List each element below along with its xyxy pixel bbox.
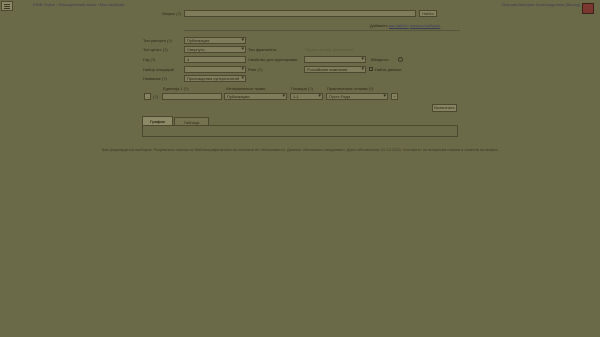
search-input[interactable] bbox=[184, 10, 416, 17]
add-label: Добавить bbox=[370, 23, 388, 28]
select-operations[interactable] bbox=[184, 66, 246, 73]
field-label-title: Название (?) bbox=[143, 76, 167, 81]
user-name[interactable]: Петрова Валерия Александровна (Выход) bbox=[502, 2, 580, 7]
add-filter-button[interactable]: + bbox=[391, 93, 398, 100]
apply-button[interactable]: Выполнить bbox=[432, 104, 457, 112]
filter-header-unit: Единица 1 (?) bbox=[163, 86, 189, 91]
select-rank[interactable]: Российские компании bbox=[304, 66, 366, 73]
field-label-fragment-type: Тип фрагмента bbox=[248, 47, 277, 52]
divider bbox=[184, 30, 460, 31]
tab-content-panel bbox=[142, 125, 458, 137]
checkbox-a-label: Вйэарить bbox=[371, 57, 389, 62]
checkbox-a[interactable] bbox=[398, 57, 403, 62]
filter-interval-select[interactable]: Публикации bbox=[224, 93, 287, 100]
filter-header-interval: Интервальные право bbox=[226, 86, 266, 91]
select-title[interactable]: Прихождения суперпонятий bbox=[184, 75, 246, 82]
fragment-type-value[interactable]: Первое в ряду фрагмента bbox=[305, 47, 353, 52]
checkbox-b-label: Найти данные bbox=[375, 67, 402, 72]
select-cite-type[interactable]: Свернуть bbox=[184, 46, 246, 53]
link-extra[interactable]: поиск в выборке bbox=[410, 23, 440, 28]
select-group-property[interactable] bbox=[304, 56, 366, 63]
filter-header-position: Позиция (?) bbox=[291, 86, 313, 91]
link-help[interactable]: как найти? bbox=[389, 23, 409, 28]
field-label-group-property: Свойство для группировки bbox=[248, 57, 298, 62]
filter-prefix: (?) bbox=[153, 94, 158, 99]
field-label-operations: Набор операций bbox=[143, 67, 174, 72]
breadcrumb[interactable]: EDIB Online › Расширенный поиск › Мои вы… bbox=[33, 2, 124, 7]
checkbox-b[interactable] bbox=[369, 67, 373, 71]
footer-text: Как формируется выборка: Результаты поис… bbox=[102, 147, 498, 152]
app-menu-icon[interactable] bbox=[1, 1, 13, 11]
field-label-report-type: Тип рапорта (?) bbox=[143, 38, 172, 43]
field-label-year: Год (?) bbox=[143, 57, 156, 62]
filter-position-select[interactable]: 1-1 bbox=[290, 93, 323, 100]
search-add-row: Добавить как найти? поиск в выборке bbox=[370, 23, 440, 28]
select-report-type[interactable]: Публикация bbox=[184, 37, 246, 44]
search-label: Запрос (?) bbox=[162, 11, 182, 16]
filter-unit-input[interactable] bbox=[162, 93, 222, 100]
field-label-rank: Ранг (?) bbox=[248, 67, 263, 72]
input-year[interactable]: 4 bbox=[184, 56, 246, 63]
user-avatar-icon[interactable] bbox=[582, 3, 594, 14]
filter-reviews-select[interactable]: Пусть Рада bbox=[326, 93, 388, 100]
filter-header-reviews: Практические отзывы (?) bbox=[327, 86, 374, 91]
search-button[interactable]: Найти bbox=[419, 10, 437, 17]
remove-filter-button[interactable]: - bbox=[144, 93, 151, 100]
field-label-cite-type: Тип цитат. (?) bbox=[143, 47, 168, 52]
